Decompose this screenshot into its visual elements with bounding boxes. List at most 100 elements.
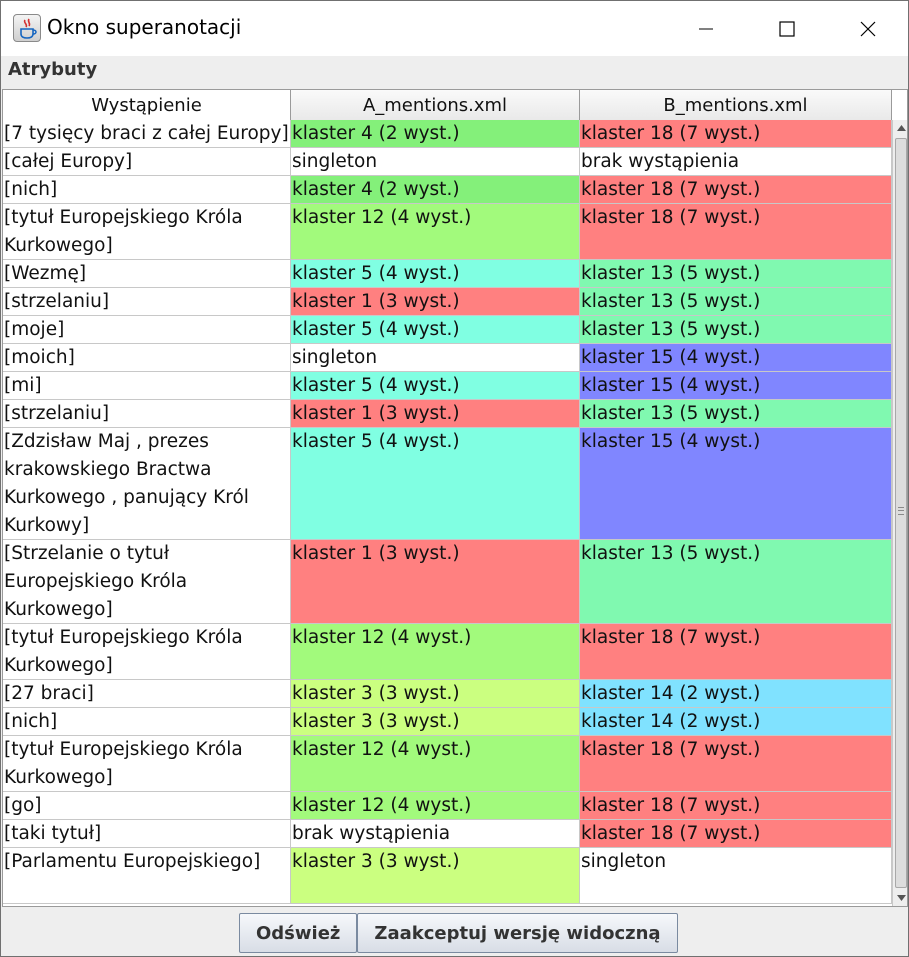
table-row[interactable]: [tytuł Europejskiego Króla Kurkowego] kla… [3,204,892,260]
mention-cell[interactable]: [go] [3,792,291,819]
table-row[interactable]: [moich] singleton klaster 15 (4 wyst.) [3,344,892,372]
b-mentions-cell[interactable]: klaster 15 (4 wyst.) [580,344,892,371]
b-mentions-cell[interactable]: klaster 13 (5 wyst.) [580,540,892,623]
a-mentions-cell[interactable]: klaster 12 (4 wyst.) [291,792,580,819]
b-mentions-cell[interactable]: klaster 18 (7 wyst.) [580,820,892,847]
mention-cell[interactable]: [strzelaniu] [3,400,291,427]
table-row[interactable]: [mi] klaster 5 (4 wyst.) klaster 15 (4 wys… [3,372,892,400]
table-row[interactable]: [taki tytuł] brak wystąpienia klaster 18 (… [3,820,892,848]
mention-cell[interactable]: [mi] [3,372,291,399]
table-row[interactable]: [go] klaster 12 (4 wyst.) klaster 18 (7 wy… [3,792,892,820]
maximize-button[interactable] [747,1,827,56]
a-mentions-cell[interactable]: klaster 3 (3 wyst.) [291,848,580,903]
mention-cell[interactable]: [tytuł Europejskiego Króla Kurkowego] [3,624,291,679]
a-mentions-cell[interactable]: klaster 5 (4 wyst.) [291,372,580,399]
a-mentions-cell[interactable]: klaster 1 (3 wyst.) [291,400,580,427]
minimize-icon [699,28,713,29]
refresh-button[interactable]: Odśwież [239,913,358,953]
close-icon [860,21,876,36]
b-mentions-cell[interactable]: klaster 14 (2 wyst.) [580,708,892,735]
a-mentions-cell[interactable]: klaster 5 (4 wyst.) [291,428,580,539]
table-row[interactable]: [tytuł Europejskiego Króla Kurkowego] kla… [3,736,892,792]
mention-cell[interactable]: [7 tysięcy braci z całej Europy] [3,120,291,147]
b-mentions-cell[interactable]: klaster 13 (5 wyst.) [580,316,892,343]
mention-cell[interactable]: [tytuł Europejskiego Króla Kurkowego] [3,736,291,791]
a-mentions-cell[interactable]: klaster 12 (4 wyst.) [291,736,580,791]
table-row[interactable]: [nich] klaster 4 (2 wyst.) klaster 18 (7 w… [3,176,892,204]
a-mentions-cell[interactable]: singleton [291,148,580,175]
scrollbar-thumb[interactable] [895,138,907,888]
b-mentions-cell[interactable]: klaster 18 (7 wyst.) [580,176,892,203]
table-row[interactable]: [Wezmę] klaster 5 (4 wyst.) klaster 13 (5 … [3,260,892,288]
column-header-mention[interactable]: Wystąpienie [3,90,291,120]
maximize-icon [779,20,795,37]
table-row[interactable]: [moje] klaster 5 (4 wyst.) klaster 13 (5 w… [3,316,892,344]
mention-cell[interactable]: [strzelaniu] [3,288,291,315]
mention-cell[interactable]: [Zdzisław Maj , prezes krakowskiego Brac… [3,428,291,539]
table-body: [7 tysięcy braci z całej Europy] klaster … [3,120,892,904]
a-mentions-cell[interactable]: brak wystąpienia [291,820,580,847]
a-mentions-cell[interactable]: singleton [291,344,580,371]
mention-cell[interactable]: [Wezmę] [3,260,291,287]
arrow-down-icon [896,895,906,901]
mention-cell[interactable]: [nich] [3,708,291,735]
b-mentions-cell[interactable]: klaster 13 (5 wyst.) [580,400,892,427]
b-mentions-cell[interactable]: klaster 13 (5 wyst.) [580,288,892,315]
mention-cell[interactable]: [taki tytuł] [3,820,291,847]
table-row[interactable]: [nich] klaster 3 (3 wyst.) klaster 14 (2 w… [3,708,892,736]
b-mentions-cell[interactable]: klaster 18 (7 wyst.) [580,204,892,259]
table-row[interactable]: [całej Europy] singleton brak wystąpienia [3,148,892,176]
mention-cell[interactable]: [moich] [3,344,291,371]
b-mentions-cell[interactable]: brak wystąpienia [580,148,892,175]
scroll-up-button[interactable] [893,120,907,136]
b-mentions-cell[interactable]: klaster 18 (7 wyst.) [580,792,892,819]
grip-icon [898,507,904,515]
a-mentions-cell[interactable]: klaster 3 (3 wyst.) [291,680,580,707]
a-mentions-cell[interactable]: klaster 1 (3 wyst.) [291,288,580,315]
vertical-scrollbar[interactable] [892,120,907,906]
java-app-icon [13,14,41,42]
title-bar[interactable]: Okno superanotacji [1,1,908,56]
b-mentions-cell[interactable]: singleton [580,848,892,903]
b-mentions-cell[interactable]: klaster 14 (2 wyst.) [580,680,892,707]
a-mentions-cell[interactable]: klaster 12 (4 wyst.) [291,624,580,679]
column-header-a-mentions[interactable]: A_mentions.xml [291,90,580,120]
table-row[interactable]: [Parlamentu Europejskiego] klaster 3 (3 w… [3,848,892,904]
a-mentions-cell[interactable]: klaster 4 (2 wyst.) [291,176,580,203]
a-mentions-cell[interactable]: klaster 5 (4 wyst.) [291,260,580,287]
b-mentions-cell[interactable]: klaster 18 (7 wyst.) [580,736,892,791]
a-mentions-cell[interactable]: klaster 5 (4 wyst.) [291,316,580,343]
mention-cell[interactable]: [Parlamentu Europejskiego] [3,848,291,903]
arrow-up-icon [896,125,906,131]
close-button[interactable] [828,1,908,56]
mention-cell[interactable]: [Strzelanie o tytuł Europejskiego Króla … [3,540,291,623]
b-mentions-cell[interactable]: klaster 18 (7 wyst.) [580,120,892,147]
minimize-button[interactable] [666,1,746,56]
b-mentions-cell[interactable]: klaster 18 (7 wyst.) [580,624,892,679]
column-header-b-mentions[interactable]: B_mentions.xml [580,90,892,120]
table-row[interactable]: [Zdzisław Maj , prezes krakowskiego Brac… [3,428,892,540]
a-mentions-cell[interactable]: klaster 3 (3 wyst.) [291,708,580,735]
table-row[interactable]: [Strzelanie o tytuł Europejskiego Króla … [3,540,892,624]
table-row[interactable]: [strzelaniu] klaster 1 (3 wyst.) klaster 1… [3,400,892,428]
table-row[interactable]: [strzelaniu] klaster 1 (3 wyst.) klaster 1… [3,288,892,316]
mention-cell[interactable]: [moje] [3,316,291,343]
mention-cell[interactable]: [tytuł Europejskiego Króla Kurkowego] [3,204,291,259]
a-mentions-cell[interactable]: klaster 4 (2 wyst.) [291,120,580,147]
table-row[interactable]: [tytuł Europejskiego Króla Kurkowego] kla… [3,624,892,680]
accept-visible-version-button[interactable]: Zaakceptuj wersję widoczną [357,913,678,953]
mention-cell[interactable]: [27 braci] [3,680,291,707]
a-mentions-cell[interactable]: klaster 12 (4 wyst.) [291,204,580,259]
b-mentions-cell[interactable]: klaster 13 (5 wyst.) [580,260,892,287]
b-mentions-cell[interactable]: klaster 15 (4 wyst.) [580,372,892,399]
b-mentions-cell[interactable]: klaster 15 (4 wyst.) [580,428,892,539]
mentions-table[interactable]: Wystąpienie A_mentions.xml B_mentions.xm… [2,89,908,907]
table-row[interactable]: [7 tysięcy braci z całej Europy] klaster … [3,120,892,148]
a-mentions-cell[interactable]: klaster 1 (3 wyst.) [291,540,580,623]
table-row[interactable]: [27 braci] klaster 3 (3 wyst.) klaster 14 … [3,680,892,708]
mention-cell[interactable]: [nich] [3,176,291,203]
attributes-label: Atrybuty [8,59,98,80]
scroll-down-button[interactable] [893,890,907,906]
button-bar: Odśwież Zaakceptuj wersję widoczną [239,913,678,953]
mention-cell[interactable]: [całej Europy] [3,148,291,175]
